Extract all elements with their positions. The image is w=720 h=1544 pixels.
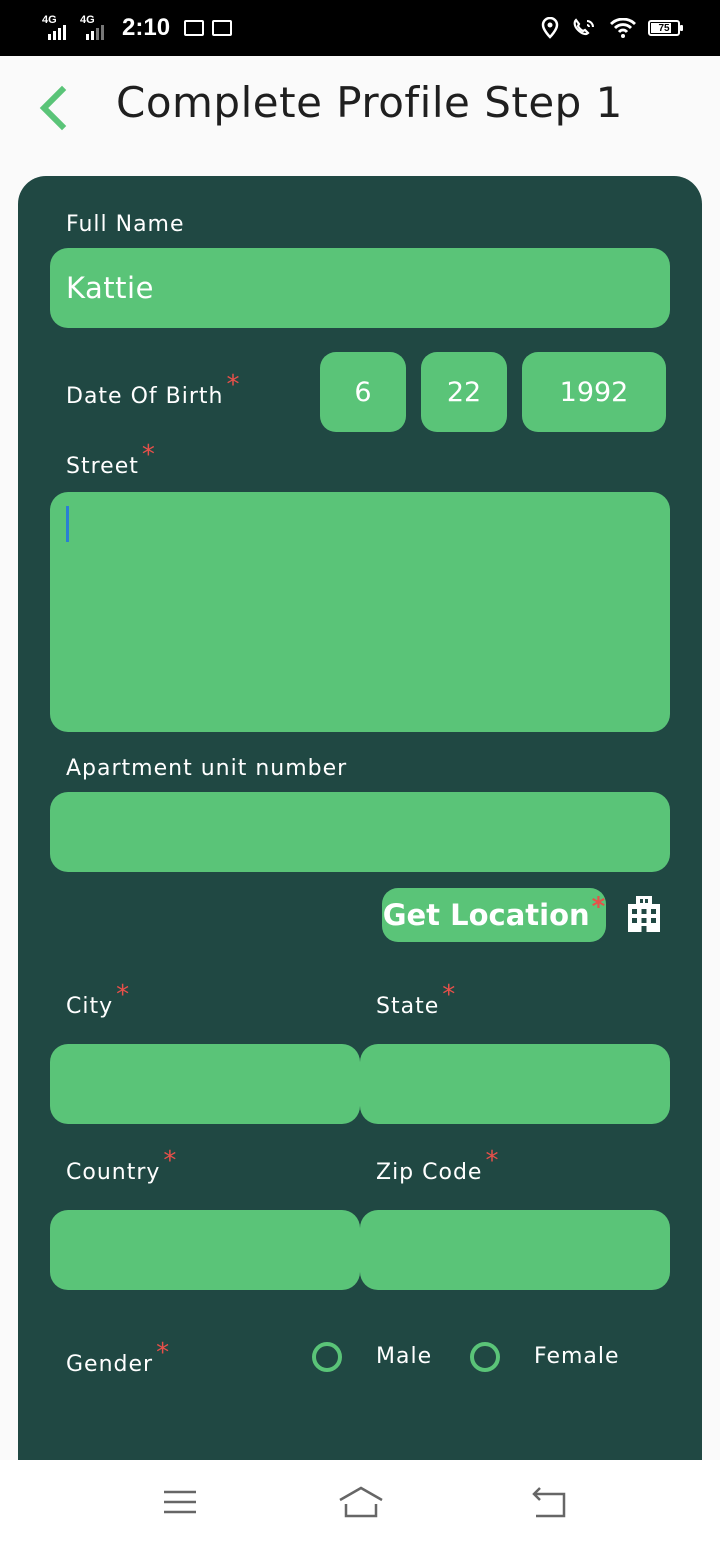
street-input[interactable]	[50, 492, 670, 732]
required-asterisk: *	[163, 1146, 178, 1176]
gender-label: Gender *	[66, 1338, 171, 1377]
dob-month-input[interactable]: 6	[320, 352, 406, 432]
dob-day-value: 22	[446, 376, 482, 408]
street-label: Street *	[66, 440, 156, 479]
message-icon	[212, 20, 233, 36]
profile-form-card: Full Name Kattie Date Of Birth * 6 22 199…	[18, 176, 702, 1476]
full-name-input[interactable]: Kattie	[50, 248, 670, 328]
notification-icon	[184, 20, 205, 36]
wifi-icon	[610, 18, 636, 38]
return-icon[interactable]	[528, 1482, 568, 1522]
required-asterisk: *	[141, 440, 156, 470]
country-label: Country *	[66, 1146, 178, 1185]
country-input[interactable]	[50, 1210, 360, 1290]
full-name-label: Full Name	[66, 212, 185, 237]
signal-icon-2: 4G	[80, 14, 110, 42]
dob-year-input[interactable]: 1992	[522, 352, 666, 432]
battery-icon: 75	[648, 20, 683, 36]
clock: 2:10	[122, 14, 171, 41]
apartment-label: Apartment unit number	[66, 756, 348, 781]
status-bar: 4G 4G 2:10 75	[0, 0, 720, 56]
state-label: State *	[376, 980, 457, 1019]
radio-male-label[interactable]: Male	[376, 1344, 432, 1369]
back-button[interactable]	[34, 84, 78, 132]
required-asterisk: *	[442, 980, 457, 1010]
radio-female-label[interactable]: Female	[534, 1344, 620, 1369]
app-bar: Complete Profile Step 1	[0, 56, 720, 160]
dob-year-value: 1992	[559, 376, 629, 408]
building-icon[interactable]	[624, 894, 664, 934]
radio-male[interactable]	[312, 1342, 342, 1372]
dob-day-input[interactable]: 22	[421, 352, 507, 432]
menu-icon[interactable]	[160, 1482, 200, 1522]
dob-month-value: 6	[354, 376, 372, 408]
required-asterisk: *	[591, 892, 606, 922]
required-asterisk: *	[226, 370, 241, 400]
home-icon[interactable]	[338, 1482, 384, 1522]
call-wifi-icon	[573, 18, 594, 36]
chevron-left-icon	[39, 85, 67, 131]
city-label: City *	[66, 980, 131, 1019]
status-left: 4G 4G 2:10	[42, 12, 233, 44]
signal-icon: 4G	[42, 14, 72, 42]
get-location-label: Get Location	[382, 898, 590, 932]
required-asterisk: *	[156, 1338, 171, 1368]
system-nav-bar	[0, 1460, 720, 1544]
location-pin-icon	[541, 17, 559, 39]
zip-input[interactable]	[360, 1210, 670, 1290]
full-name-value: Kattie	[66, 271, 154, 305]
page-title: Complete Profile Step 1	[116, 78, 623, 127]
battery-level: 75	[658, 22, 670, 34]
dob-label: Date Of Birth *	[66, 370, 241, 409]
required-asterisk: *	[485, 1146, 500, 1176]
get-location-button[interactable]: Get Location *	[382, 888, 606, 942]
zip-label: Zip Code *	[376, 1146, 500, 1185]
apartment-input[interactable]	[50, 792, 670, 872]
text-cursor	[66, 506, 69, 542]
city-input[interactable]	[50, 1044, 360, 1124]
state-input[interactable]	[360, 1044, 670, 1124]
status-right: 75	[540, 14, 683, 42]
radio-female[interactable]	[470, 1342, 500, 1372]
required-asterisk: *	[116, 980, 131, 1010]
